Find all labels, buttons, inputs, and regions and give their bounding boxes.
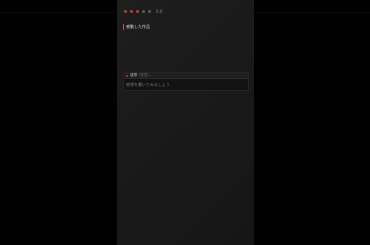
star-rating[interactable]: 0.0	[124, 8, 162, 15]
comment-box-header: 感想 (任意)…	[124, 73, 248, 79]
comment-box-hint: (任意)…	[139, 73, 153, 77]
section-heading: 感動した作品	[123, 24, 150, 30]
section-heading-text: 感動した作品	[126, 24, 150, 29]
page-root: ・・・ ・・・・・・ ・・・・ ・・・ 0.0 感動した作品 感想 (任意)…	[0, 0, 370, 245]
rating-star-icon-2[interactable]	[130, 10, 133, 13]
comment-dot-icon	[126, 74, 128, 77]
section-marker-icon	[123, 24, 124, 30]
comment-input[interactable]	[126, 81, 244, 88]
comment-box-label: 感想	[130, 73, 137, 77]
background-header-text: ・・・ ・・・・・・ ・・・・	[3, 1, 75, 7]
rating-star-icon-1[interactable]	[124, 10, 127, 13]
background-header-right-text: ・・・	[262, 1, 278, 7]
rating-star-icon-3[interactable]	[136, 10, 139, 13]
rating-star-icon-5[interactable]	[148, 10, 151, 13]
review-panel	[117, 0, 254, 245]
comment-box: 感想 (任意)…	[123, 72, 249, 91]
rating-value: 0.0	[156, 9, 163, 14]
rating-star-icon-4[interactable]	[142, 10, 145, 13]
